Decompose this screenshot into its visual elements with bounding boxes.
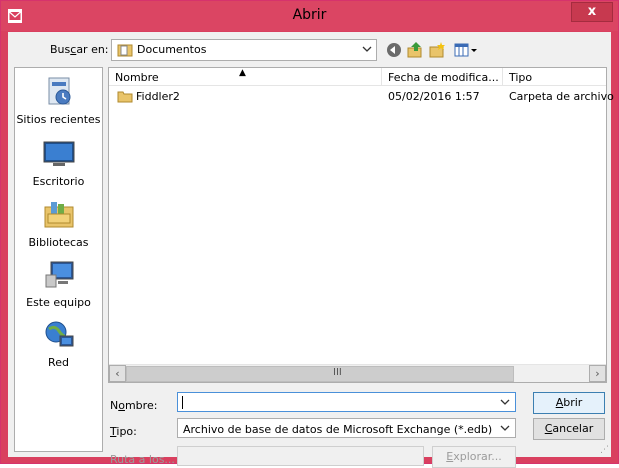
open-dialog-window: Abrir x Buscar en: Documentos Sitios rec… — [0, 0, 619, 468]
column-header-date[interactable]: Fecha de modifica... — [382, 68, 503, 86]
horizontal-scrollbar[interactable]: ‹ III › — [109, 364, 606, 382]
table-row[interactable]: Fiddler2 05/02/2016 1:57 Carpeta de arch… — [109, 88, 614, 105]
text-cursor — [182, 396, 183, 409]
file-type-value: Archivo de base de datos de Microsoft Ex… — [183, 423, 493, 436]
path-input — [177, 446, 424, 466]
new-folder-icon[interactable] — [428, 41, 446, 59]
file-name-input[interactable] — [177, 392, 516, 412]
look-in-label: Buscar en: — [50, 43, 109, 56]
scroll-thumb[interactable]: III — [126, 366, 514, 382]
network-icon — [45, 321, 73, 347]
look-in-dropdown[interactable]: Documentos — [111, 39, 377, 61]
file-type-label: Tipo: — [110, 425, 137, 438]
place-label: Bibliotecas — [28, 236, 89, 249]
computer-icon — [45, 261, 73, 288]
window-title: Abrir — [292, 7, 327, 23]
browse-button[interactable]: Explorar... — [432, 446, 516, 468]
file-type-dropdown[interactable]: Archivo de base de datos de Microsoft Ex… — [177, 418, 516, 438]
chevron-down-icon — [362, 46, 372, 52]
resize-grip-icon[interactable]: ⋰ — [600, 445, 609, 455]
dialog-body: Buscar en: Documentos Sitios recientes E… — [8, 32, 614, 468]
folder-icon — [117, 91, 133, 103]
place-libraries[interactable]: Bibliotecas — [15, 199, 102, 249]
place-recent[interactable]: Sitios recientes — [15, 76, 102, 126]
documents-folder-icon — [117, 44, 133, 57]
cancel-button[interactable]: Cancelar — [533, 418, 605, 440]
scroll-grip: III — [333, 367, 342, 378]
back-arrow-icon[interactable] — [385, 41, 403, 59]
place-label: Red — [48, 356, 69, 369]
place-label: Escritorio — [32, 175, 85, 188]
place-this-pc[interactable]: Este equipo — [15, 259, 102, 309]
file-name: Fiddler2 — [136, 90, 180, 103]
place-network[interactable]: Red — [15, 319, 102, 369]
recent-places-icon — [48, 77, 70, 105]
look-in-value: Documentos — [137, 43, 207, 56]
place-label: Sitios recientes — [16, 113, 101, 126]
view-menu-icon[interactable] — [454, 41, 480, 59]
file-date: 05/02/2016 1:57 — [388, 90, 480, 103]
place-desktop[interactable]: Escritorio — [15, 138, 102, 188]
scroll-right-icon[interactable]: › — [589, 365, 606, 382]
path-label: Ruta a los... — [110, 453, 175, 466]
places-bar: Sitios recientes Escritorio Bibliotecas — [14, 67, 103, 452]
desktop-icon — [43, 141, 74, 166]
scroll-left-icon[interactable]: ‹ — [109, 365, 126, 382]
place-label: Este equipo — [26, 296, 91, 309]
sort-arrow-icon: ▲ — [239, 68, 246, 78]
up-folder-icon[interactable] — [406, 41, 424, 59]
file-name-label: Nombre: — [110, 399, 158, 412]
close-button[interactable]: x — [571, 2, 613, 22]
title-bar[interactable]: Abrir x — [1, 1, 618, 31]
libraries-icon — [44, 202, 73, 228]
file-type: Carpeta de archivo — [509, 90, 614, 103]
open-button[interactable]: Abrir — [533, 392, 605, 414]
column-header-name[interactable]: Nombre ▲ — [109, 68, 382, 86]
chevron-down-icon[interactable] — [500, 396, 510, 408]
column-header-type[interactable]: Tipo — [503, 68, 606, 86]
chevron-down-icon — [500, 425, 510, 431]
file-list[interactable]: Nombre ▲ Fecha de modifica... Tipo Fiddl… — [108, 67, 614, 383]
